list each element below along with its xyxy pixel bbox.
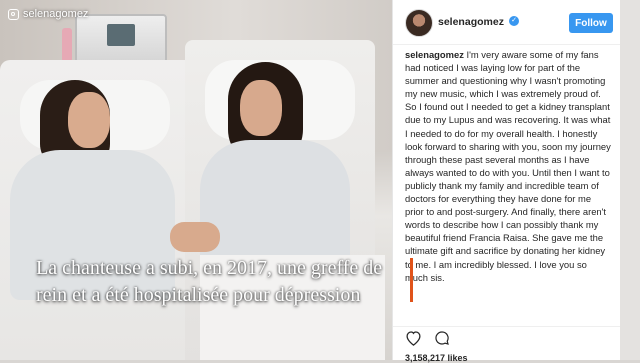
comment-icon[interactable] xyxy=(434,330,450,346)
heart-icon[interactable] xyxy=(405,330,422,346)
follow-button[interactable]: Follow xyxy=(569,13,613,33)
subtitle-line-2: rein et a été hospitalisée pour dépressi… xyxy=(36,284,361,306)
divider xyxy=(393,326,621,327)
person-right-face xyxy=(240,80,282,136)
caption-text: I'm very aware some of my fans had notic… xyxy=(405,49,611,283)
post-username[interactable]: selenagomez xyxy=(438,16,504,28)
iv-bag xyxy=(62,28,72,62)
post-header: selenagomez ✓ Follow xyxy=(393,0,621,45)
subtitle-line-1: La chanteuse a subi, en 2017, une greffe… xyxy=(36,257,383,279)
avatar[interactable] xyxy=(405,9,433,37)
likes-count[interactable]: 3,158,217 likes xyxy=(405,353,468,363)
person-left-face xyxy=(68,92,110,148)
person-right-gown xyxy=(200,140,350,270)
caption-username[interactable]: selenagomez xyxy=(405,49,464,60)
photo-watermark: selenagomez xyxy=(8,8,88,20)
post-actions xyxy=(405,330,450,346)
held-hands xyxy=(170,222,220,252)
watermark-handle: selenagomez xyxy=(23,8,89,20)
news-subtitle: La chanteuse a subi, en 2017, une greffe… xyxy=(36,255,596,309)
verified-badge-icon: ✓ xyxy=(509,16,519,26)
instagram-icon xyxy=(8,8,19,20)
post-caption: selenagomez I'm very aware some of my fa… xyxy=(405,48,611,284)
right-gutter xyxy=(620,0,640,360)
